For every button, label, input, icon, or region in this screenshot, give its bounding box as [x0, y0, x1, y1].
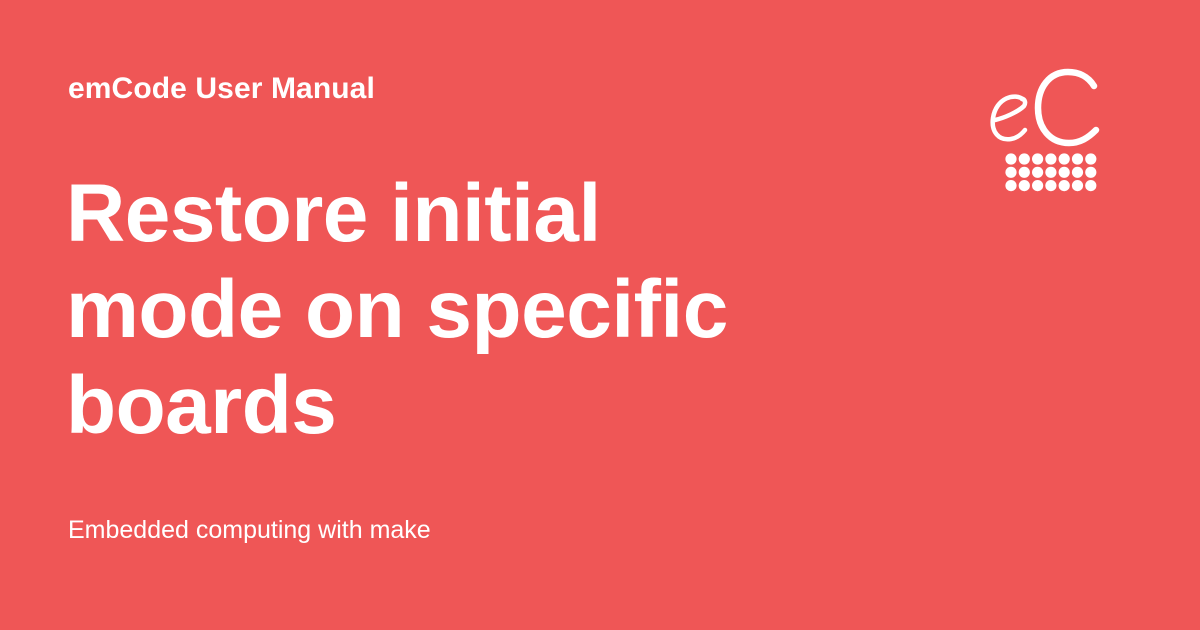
page-subtitle: Embedded computing with make — [68, 516, 431, 544]
logo-dot — [1058, 166, 1070, 178]
logo-dot — [1045, 166, 1057, 178]
logo-dot — [1018, 166, 1030, 178]
logo-dot — [1005, 166, 1017, 178]
logo-dot — [1085, 153, 1097, 165]
logo-dot — [1018, 180, 1030, 192]
logo-dot — [1085, 166, 1097, 178]
logo-dot — [1005, 153, 1017, 165]
logo-dot — [1005, 180, 1017, 192]
page-title: Restore initial mode on specific boards — [66, 168, 728, 451]
logo-dot — [1058, 153, 1070, 165]
logo-dot — [1045, 180, 1057, 192]
logo-dot — [1045, 153, 1057, 165]
logo-dot — [1071, 180, 1084, 192]
logo-dot — [1032, 166, 1044, 178]
logo-dot — [1058, 180, 1070, 192]
logo-dot — [1071, 153, 1084, 165]
logo-dot — [1032, 180, 1044, 192]
social-card: emCode User Manual Restore initial mode … — [0, 0, 1200, 630]
manual-name: emCode User Manual — [68, 72, 375, 105]
logo-dot — [1032, 153, 1044, 165]
emcode-logo-icon — [984, 66, 1104, 196]
logo-dot — [1085, 180, 1097, 192]
logo-dot — [1018, 153, 1030, 165]
logo-dot — [1071, 166, 1084, 178]
